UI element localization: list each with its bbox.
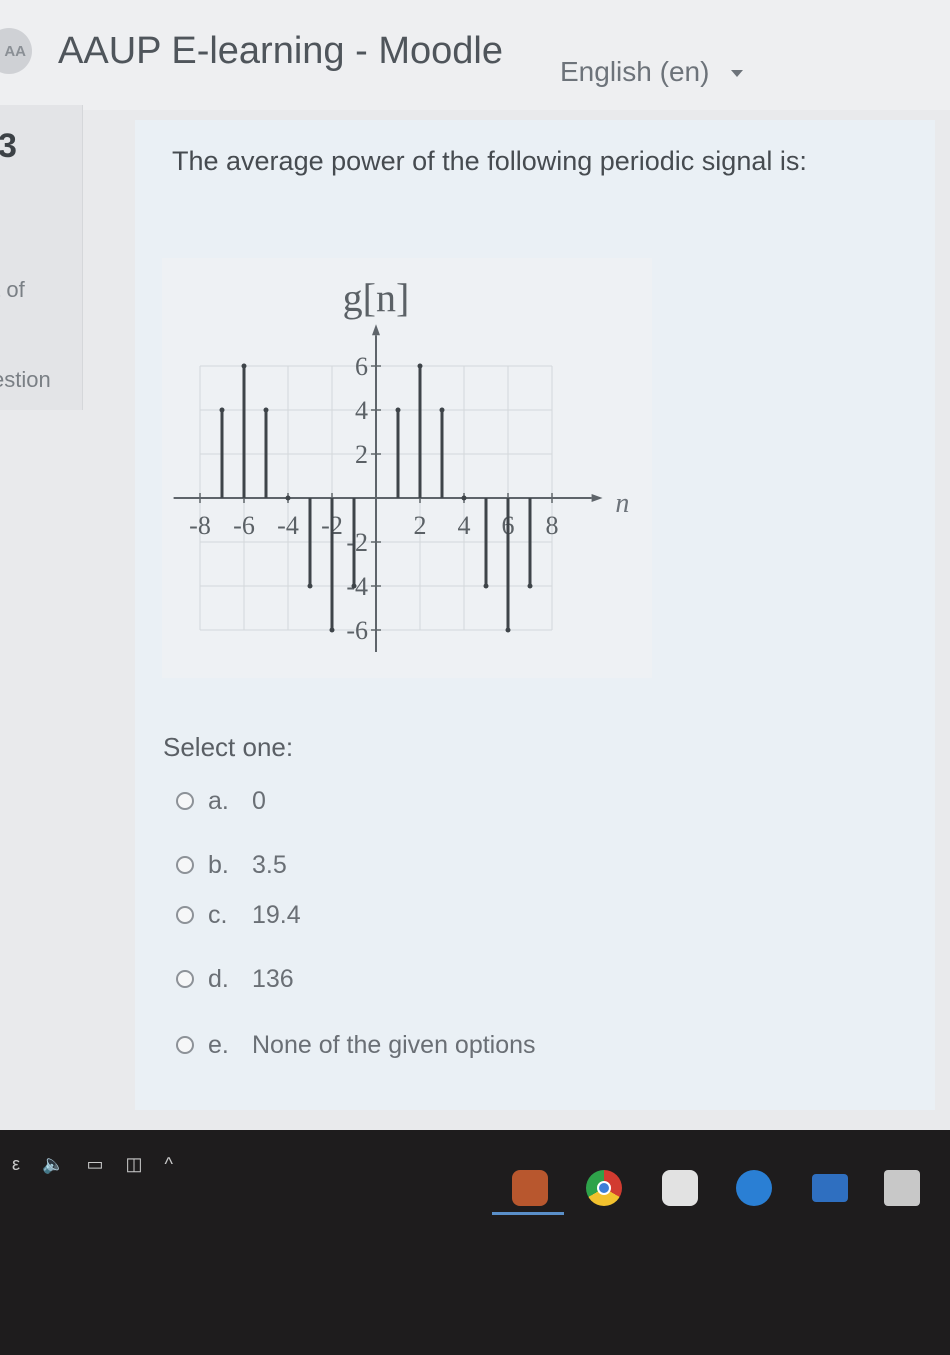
stem-marker: [461, 495, 467, 501]
stem-marker: [417, 363, 423, 369]
chrome-center: [597, 1181, 611, 1195]
y-tick-label: -4: [346, 572, 368, 601]
y-axis-arrow: [372, 324, 380, 336]
option-e[interactable]: e. None of the given options: [176, 1028, 536, 1062]
x-tick-label: -8: [189, 511, 211, 540]
question-mark-text: ıt of: [0, 277, 25, 302]
mail-icon[interactable]: [812, 1174, 848, 1202]
stem-marker: [285, 495, 291, 501]
y-tick-label: 6: [355, 352, 368, 381]
stem-chart: g[n]n-8-6-4-22468246-2-4-6: [173, 275, 629, 652]
stem-marker: [219, 407, 225, 413]
radio-button[interactable]: [176, 856, 194, 874]
question-text: The average power of the following perio…: [172, 146, 807, 176]
option-c[interactable]: c. 19.4: [176, 898, 301, 932]
weather-icon[interactable]: [512, 1170, 548, 1206]
radio-button[interactable]: [176, 970, 194, 988]
store-icon[interactable]: [884, 1170, 920, 1206]
option-letter: d.: [208, 964, 229, 993]
chart-title: g[n]: [343, 275, 410, 320]
option-letter: a.: [208, 786, 229, 815]
stem-marker: [307, 583, 313, 589]
option-value: 0: [252, 786, 266, 815]
option-a[interactable]: a. 0: [176, 784, 266, 818]
x-tick-label: -6: [233, 511, 255, 540]
edge-icon[interactable]: [736, 1170, 772, 1206]
flag-question-link[interactable]: estion: [0, 367, 51, 393]
stem-marker: [241, 363, 247, 369]
language-label: English (en): [560, 56, 710, 87]
stem-marker: [483, 583, 489, 589]
x-tick-label: 8: [546, 511, 559, 540]
stem-marker: [505, 627, 511, 633]
x-tick-label: 2: [414, 511, 427, 540]
option-b[interactable]: b. 3.5: [176, 848, 287, 882]
signal-figure: g[n]n-8-6-4-22468246-2-4-6: [162, 258, 652, 678]
question-number: 3: [0, 127, 17, 166]
option-letter: c.: [208, 900, 228, 929]
language-menu[interactable]: English (en): [560, 56, 744, 88]
option-value: None of the given options: [252, 1030, 536, 1059]
option-value: 136: [252, 964, 294, 993]
radio-button[interactable]: [176, 906, 194, 924]
y-tick-label: -6: [346, 616, 368, 645]
y-tick-label: -2: [346, 528, 368, 557]
app-icon[interactable]: [662, 1170, 698, 1206]
taskbar-apps: [0, 1170, 950, 1215]
moodle-logo[interactable]: AA: [0, 28, 32, 74]
x-tick-label: -4: [277, 511, 299, 540]
stem-marker: [329, 627, 335, 633]
active-app-indicator: [492, 1212, 564, 1215]
y-tick-label: 2: [355, 440, 368, 469]
option-value: 3.5: [252, 850, 287, 879]
site-title[interactable]: AAUP E-learning - Moodle: [58, 30, 503, 73]
question-info-panel: 3 ıt of estion: [0, 105, 83, 410]
option-letter: b.: [208, 850, 229, 879]
select-one-label: Select one:: [163, 732, 294, 762]
chevron-down-icon: [731, 70, 744, 78]
stem-marker: [263, 407, 269, 413]
option-value: 19.4: [252, 900, 301, 929]
x-axis-label: n: [615, 488, 629, 519]
page-header: AA AAUP E-learning - Moodle English (en): [0, 0, 950, 110]
x-tick-label: 4: [458, 511, 471, 540]
x-axis-arrow: [591, 494, 603, 502]
option-d[interactable]: d. 136: [176, 962, 294, 996]
radio-button[interactable]: [176, 1036, 194, 1054]
radio-button[interactable]: [176, 792, 194, 810]
option-letter: e.: [208, 1030, 229, 1059]
stem-marker: [395, 407, 401, 413]
windows-taskbar: ε 🔈 ▭ ◫ ^: [0, 1130, 950, 1355]
y-tick-label: 4: [355, 396, 368, 425]
stem-marker: [351, 583, 357, 589]
stem-marker: [439, 407, 445, 413]
chrome-icon[interactable]: [586, 1170, 622, 1206]
stem-marker: [527, 583, 533, 589]
